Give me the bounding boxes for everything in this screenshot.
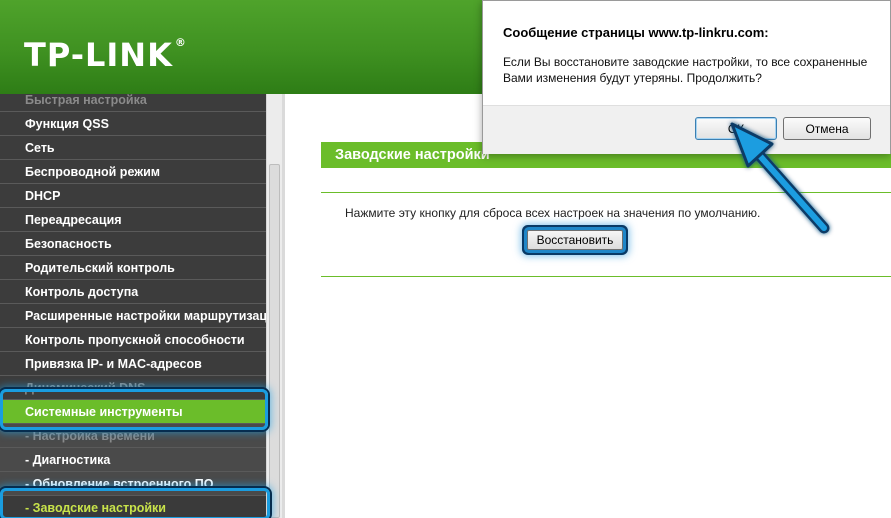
sidebar-item-wireless[interactable]: Беспроводной режим (0, 160, 266, 184)
sidebar-item-qss[interactable]: Функция QSS (0, 112, 266, 136)
sidebar-item-dynamic-dns[interactable]: Динамический DNS (0, 376, 266, 400)
sidebar-item-parental-control[interactable]: Родительский контроль (0, 256, 266, 280)
sidebar-item-network[interactable]: Сеть (0, 136, 266, 160)
scrollbar-thumb[interactable] (269, 164, 280, 518)
divider (321, 192, 891, 193)
sidebar-item-bandwidth-control[interactable]: Контроль пропускной способности (0, 328, 266, 352)
sidebar-item-forwarding[interactable]: Переадресация (0, 208, 266, 232)
tp-link-logo: TP-LINK ® (24, 36, 187, 74)
sidebar-scrollbar[interactable] (266, 94, 282, 518)
sidebar-item-quick-setup[interactable]: Быстрая настройка (0, 94, 266, 112)
dialog-title: Сообщение страницы www.tp-linkru.com: (503, 25, 769, 40)
reset-description: Нажмите эту кнопку для сброса всех настр… (345, 206, 761, 220)
sidebar-item-dhcp[interactable]: DHCP (0, 184, 266, 208)
sidebar: Быстрая настройка Функция QSS Сеть Беспр… (0, 94, 282, 518)
sidebar-item-firmware-upgrade[interactable]: - Обновление встроенного ПО (0, 472, 266, 496)
sidebar-item-ip-mac-binding[interactable]: Привязка IP- и MAC-адресов (0, 352, 266, 376)
restore-button[interactable]: Восстановить (527, 230, 623, 250)
sidebar-item-access-control[interactable]: Контроль доступа (0, 280, 266, 304)
sidebar-item-security[interactable]: Безопасность (0, 232, 266, 256)
cancel-button[interactable]: Отмена (783, 117, 871, 140)
main-content: Заводские настройки Нажмите эту кнопку д… (282, 94, 891, 518)
sidebar-item-time-settings[interactable]: - Настройка времени (0, 424, 266, 448)
sidebar-item-advanced-routing[interactable]: Расширенные настройки маршрутизации (0, 304, 266, 328)
ok-button[interactable]: ОК (695, 117, 777, 140)
sidebar-menu: Быстрая настройка Функция QSS Сеть Беспр… (0, 94, 266, 518)
confirm-dialog: Сообщение страницы www.tp-linkru.com: Ес… (482, 0, 891, 154)
sidebar-item-factory-defaults[interactable]: - Заводские настройки (0, 496, 266, 518)
sidebar-item-system-tools[interactable]: Системные инструменты (0, 400, 266, 424)
sidebar-item-diagnostics[interactable]: - Диагностика (0, 448, 266, 472)
divider (321, 276, 891, 277)
dialog-message: Если Вы восстановите заводские настройки… (503, 55, 868, 85)
